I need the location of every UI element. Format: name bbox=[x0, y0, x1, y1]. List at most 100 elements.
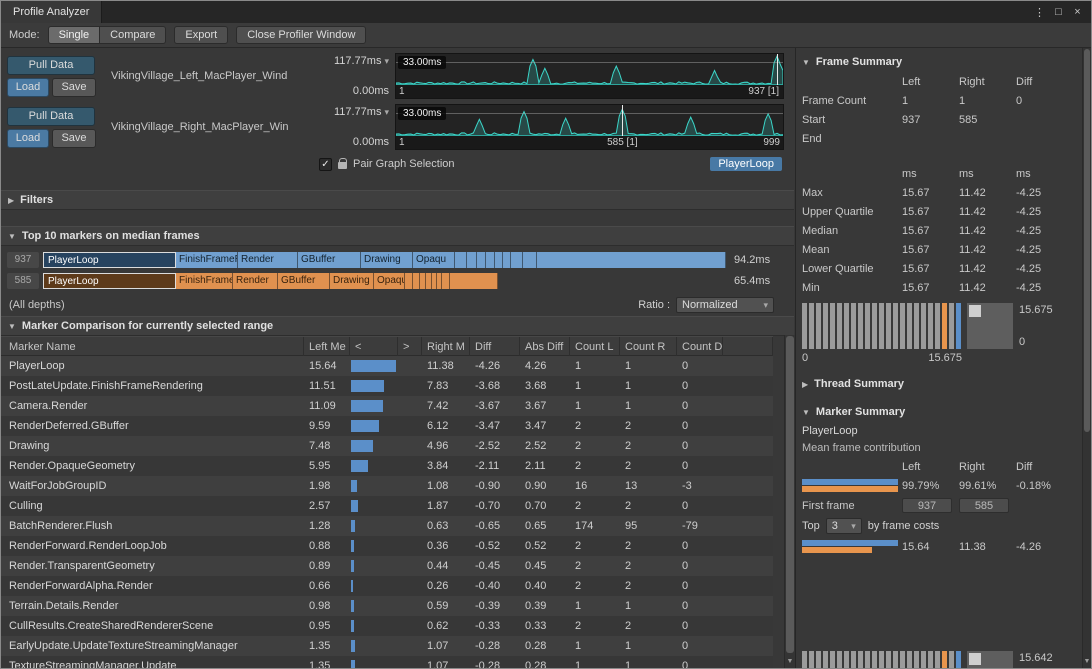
table-row[interactable]: PlayerLoop15.6411.38-4.264.26110 bbox=[1, 356, 773, 376]
close-profiler-button[interactable]: Close Profiler Window bbox=[236, 26, 366, 44]
table-row[interactable]: CullResults.CreateSharedRendererScene0.9… bbox=[1, 616, 773, 636]
marker-segment[interactable] bbox=[511, 252, 523, 268]
table-row[interactable]: PostLateUpdate.FinishFrameRendering11.51… bbox=[1, 376, 773, 396]
frame-summary-header[interactable]: ▼ Frame Summary bbox=[802, 52, 1076, 72]
histogram-bar[interactable] bbox=[914, 303, 919, 349]
histogram-bar[interactable] bbox=[935, 651, 940, 668]
histogram-bar[interactable] bbox=[865, 303, 870, 349]
histogram-bar[interactable] bbox=[900, 303, 905, 349]
histogram-bar[interactable] bbox=[942, 651, 947, 668]
lock-icon[interactable] bbox=[338, 162, 347, 169]
panel-scrollbar[interactable]: ▼ bbox=[1082, 48, 1091, 668]
pull-data-button[interactable]: Pull Data bbox=[7, 56, 95, 75]
comparison-section-header[interactable]: ▼ Marker Comparison for currently select… bbox=[1, 316, 794, 336]
export-button[interactable]: Export bbox=[174, 26, 228, 44]
histogram-bar[interactable] bbox=[858, 651, 863, 668]
column-header[interactable]: Count R bbox=[620, 337, 677, 357]
scrollbar-thumb[interactable] bbox=[1084, 49, 1090, 432]
marker-segment[interactable]: Render bbox=[233, 273, 278, 289]
marker-segment[interactable] bbox=[486, 252, 495, 268]
first-frame-right-button[interactable]: 585 bbox=[959, 498, 1009, 513]
histogram-bar[interactable] bbox=[879, 303, 884, 349]
column-header[interactable]: Marker Name bbox=[1, 337, 304, 357]
histogram-bar[interactable] bbox=[830, 303, 835, 349]
table-row[interactable]: Terrain.Details.Render0.980.59-0.390.391… bbox=[1, 596, 773, 616]
histogram-bar[interactable] bbox=[872, 303, 877, 349]
histogram-bar[interactable] bbox=[921, 651, 926, 668]
column-header[interactable]: Abs Diff bbox=[520, 337, 570, 357]
histogram-bar[interactable] bbox=[823, 303, 828, 349]
histogram-bar[interactable] bbox=[942, 303, 947, 349]
marker-summary-header[interactable]: ▼ Marker Summary bbox=[802, 402, 1076, 422]
histogram-bar[interactable] bbox=[809, 303, 814, 349]
marker-segment[interactable] bbox=[450, 273, 498, 289]
marker-segment[interactable] bbox=[467, 252, 477, 268]
marker-segment[interactable] bbox=[413, 273, 420, 289]
histogram-bar[interactable] bbox=[914, 651, 919, 668]
histogram-bar[interactable] bbox=[816, 303, 821, 349]
marker-segment[interactable]: GBuffer bbox=[298, 252, 361, 268]
mode-single-button[interactable]: Single bbox=[48, 26, 101, 44]
scroll-down-icon[interactable]: ▼ bbox=[785, 656, 795, 668]
histogram-bar[interactable] bbox=[872, 651, 877, 668]
histogram-bar[interactable] bbox=[837, 651, 842, 668]
thread-summary-header[interactable]: ▶ Thread Summary bbox=[802, 374, 1076, 394]
histogram-bar[interactable] bbox=[886, 303, 891, 349]
range-max-dropdown[interactable]: 117.77ms▾ bbox=[334, 106, 389, 118]
histogram-bar[interactable] bbox=[844, 303, 849, 349]
marker-segment[interactable] bbox=[523, 252, 537, 268]
ratio-dropdown[interactable]: Normalized ▾ bbox=[676, 297, 774, 313]
marker-segment[interactable]: Opaqu bbox=[374, 273, 405, 289]
histogram-bar[interactable] bbox=[886, 651, 891, 668]
mode-compare-button[interactable]: Compare bbox=[100, 26, 166, 44]
pair-graph-checkbox[interactable]: ✓ bbox=[319, 158, 332, 171]
close-icon[interactable]: × bbox=[1068, 6, 1087, 18]
histogram-bar[interactable] bbox=[802, 303, 807, 349]
frame-graph[interactable]: 33.00ms1937 [1] bbox=[395, 53, 784, 99]
column-header[interactable]: > bbox=[398, 337, 422, 357]
column-header[interactable]: Count D bbox=[677, 337, 723, 357]
table-row[interactable]: RenderDeferred.GBuffer9.596.12-3.473.472… bbox=[1, 416, 773, 436]
histogram-bar[interactable] bbox=[802, 651, 807, 668]
marker-segment[interactable]: Drawing bbox=[330, 273, 374, 289]
histogram-bar[interactable] bbox=[956, 651, 961, 668]
marker-segment[interactable] bbox=[405, 273, 413, 289]
table-row[interactable]: WaitForJobGroupID1.981.08-0.900.901613-3 bbox=[1, 476, 773, 496]
histogram-bar[interactable] bbox=[907, 303, 912, 349]
pull-data-button[interactable]: Pull Data bbox=[7, 107, 95, 126]
column-header[interactable]: Right M bbox=[422, 337, 470, 357]
histogram-bar[interactable] bbox=[893, 651, 898, 668]
table-row[interactable]: RenderForward.RenderLoopJob0.880.36-0.52… bbox=[1, 536, 773, 556]
marker-segment[interactable] bbox=[442, 273, 450, 289]
filters-section-header[interactable]: ▶ Filters bbox=[1, 190, 794, 210]
histogram-bar[interactable] bbox=[809, 651, 814, 668]
tab-profile-analyzer[interactable]: Profile Analyzer bbox=[1, 1, 102, 23]
table-row[interactable]: Render.OpaqueGeometry5.953.84-2.112.1122… bbox=[1, 456, 773, 476]
scroll-down-icon[interactable]: ▼ bbox=[1083, 656, 1091, 668]
selected-marker-chip[interactable]: PlayerLoop bbox=[710, 157, 782, 171]
first-frame-left-button[interactable]: 937 bbox=[902, 498, 952, 513]
marker-segment[interactable] bbox=[495, 252, 503, 268]
menu-icon[interactable]: ⋮ bbox=[1030, 6, 1049, 19]
save-button[interactable]: Save bbox=[52, 129, 96, 148]
marker-segment[interactable]: Drawing bbox=[361, 252, 413, 268]
table-row[interactable]: Drawing7.484.96-2.522.52220 bbox=[1, 436, 773, 456]
maximize-icon[interactable]: □ bbox=[1049, 6, 1068, 18]
save-button[interactable]: Save bbox=[52, 78, 96, 97]
marker-segment[interactable]: FinishFrameR bbox=[176, 252, 238, 268]
table-row[interactable]: Culling2.571.87-0.700.70220 bbox=[1, 496, 773, 516]
histogram-bar[interactable] bbox=[935, 303, 940, 349]
histogram-bar[interactable] bbox=[949, 303, 954, 349]
table-row[interactable]: Render.TransparentGeometry0.890.44-0.450… bbox=[1, 556, 773, 576]
histogram-bar[interactable] bbox=[879, 651, 884, 668]
histogram-bar[interactable] bbox=[823, 651, 828, 668]
histogram-bar[interactable] bbox=[837, 303, 842, 349]
marker-segment[interactable]: Opaqu bbox=[413, 252, 455, 268]
histogram-bar[interactable] bbox=[865, 651, 870, 668]
table-row[interactable]: Camera.Render11.097.42-3.673.67110 bbox=[1, 396, 773, 416]
load-button[interactable]: Load bbox=[7, 78, 49, 97]
col-left[interactable]: Left bbox=[902, 76, 959, 88]
marker-segment[interactable]: PlayerLoop bbox=[43, 273, 176, 289]
histogram-bar[interactable] bbox=[956, 303, 961, 349]
histogram-bar[interactable] bbox=[921, 303, 926, 349]
